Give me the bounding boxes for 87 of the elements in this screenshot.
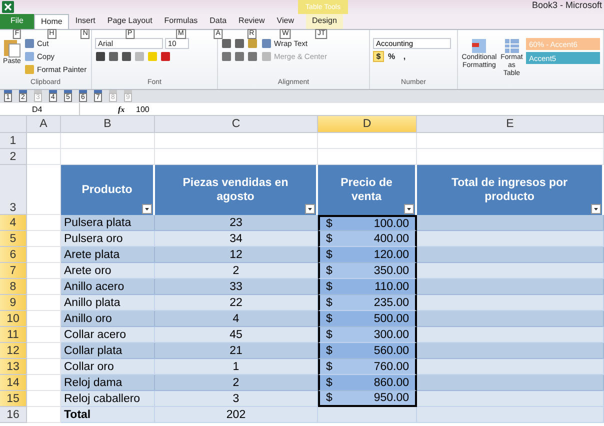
table-cell: 2 xyxy=(155,263,318,279)
table-header: Piezas vendidas en agosto xyxy=(155,165,318,215)
table-cell: Pulsera plata xyxy=(61,215,155,231)
table-cell: $ 400.00 xyxy=(318,231,417,247)
row-header[interactable]: 4 xyxy=(0,215,27,231)
currency-button[interactable]: $ xyxy=(373,51,384,62)
table-cell: 21 xyxy=(155,343,318,359)
table-cell: 23 xyxy=(155,215,318,231)
table-cell: 4 xyxy=(155,311,318,327)
filter-dropdown-icon[interactable] xyxy=(591,204,601,214)
ribbon-tab[interactable]: Review xyxy=(232,14,271,29)
row-header[interactable]: 14 xyxy=(0,375,27,391)
filter-dropdown-icon[interactable] xyxy=(142,204,152,214)
ribbon-tab[interactable]: Insert xyxy=(69,14,102,29)
table-cell: Arete oro xyxy=(61,263,155,279)
table-cell: 34 xyxy=(155,231,318,247)
table-cell: $ 350.00 xyxy=(318,263,417,279)
table-cell: Collar oro xyxy=(61,359,155,375)
table-cell: $ 560.00 xyxy=(318,343,417,359)
row-header[interactable]: 2 xyxy=(0,149,27,165)
table-cell: 22 xyxy=(155,295,318,311)
table-cell: Reloj dama xyxy=(61,375,155,391)
column-header[interactable]: C xyxy=(155,116,318,133)
table-cell: Anillo oro xyxy=(61,311,155,327)
function-label[interactable]: fx xyxy=(118,104,132,114)
filter-dropdown-icon[interactable] xyxy=(305,204,315,214)
column-header[interactable]: A xyxy=(27,116,61,133)
row-header[interactable]: 12 xyxy=(0,343,27,359)
grid-icon xyxy=(471,38,488,54)
name-box[interactable]: D4 xyxy=(0,103,80,115)
table-cell: 2 xyxy=(155,375,318,391)
table-cell: $ 100.00 xyxy=(318,215,417,231)
table-cell: Anillo plata xyxy=(61,295,155,311)
ribbon-tab[interactable]: Page Layout xyxy=(101,14,158,29)
table-cell: $ 950.00 xyxy=(318,391,417,407)
table-header: Total de ingresos por producto xyxy=(417,165,604,215)
row-header[interactable]: 8 xyxy=(0,279,27,295)
table-cell: 12 xyxy=(155,247,318,263)
column-header[interactable]: D xyxy=(318,116,417,133)
table-icon xyxy=(504,38,520,54)
percent-button[interactable]: % xyxy=(386,51,397,62)
table-cell: Collar plata xyxy=(61,343,155,359)
ribbon-tab[interactable]: View xyxy=(270,14,300,29)
formula-field[interactable]: 100 xyxy=(132,104,150,114)
table-cell: $ 500.00 xyxy=(318,311,417,327)
table-cell: 33 xyxy=(155,279,318,295)
row-header[interactable]: 10 xyxy=(0,311,27,327)
row-header[interactable]: 11 xyxy=(0,327,27,343)
column-header[interactable]: E xyxy=(417,116,604,133)
ribbon-tab[interactable]: Data xyxy=(204,14,233,29)
table-cell: $ 110.00 xyxy=(318,279,417,295)
table-cell: $ 235.00 xyxy=(318,295,417,311)
row-header[interactable]: 15 xyxy=(0,391,27,407)
row-header[interactable]: 7 xyxy=(0,263,27,279)
row-header[interactable]: 3 xyxy=(0,165,27,215)
table-cell: Total xyxy=(61,407,155,423)
ribbon-tab[interactable]: Formulas xyxy=(158,14,204,29)
table-cell: Anillo acero xyxy=(61,279,155,295)
table-cell: $ 300.00 xyxy=(318,327,417,343)
row-header[interactable]: 6 xyxy=(0,247,27,263)
row-header[interactable]: 13 xyxy=(0,359,27,375)
table-cell: $ 860.00 xyxy=(318,375,417,391)
excel-icon xyxy=(2,1,14,13)
table-cell: 1 xyxy=(155,359,318,375)
table-cell: Pulsera oro xyxy=(61,231,155,247)
ribbon-tab[interactable]: File xyxy=(0,14,34,29)
table-header: Producto xyxy=(61,165,155,215)
window-title: Book3 - Microsoft xyxy=(532,0,603,10)
table-cell: Arete plata xyxy=(61,247,155,263)
table-cell: Collar acero xyxy=(61,327,155,343)
row-header[interactable]: 16 xyxy=(0,407,27,423)
table-cell: $ 760.00 xyxy=(318,359,417,375)
clipboard-icon xyxy=(3,38,21,58)
table-header: Precio de venta xyxy=(318,165,417,215)
table-cell: 45 xyxy=(155,327,318,343)
ribbon-tab[interactable]: Home xyxy=(34,14,70,29)
table-cell: 3 xyxy=(155,391,318,407)
row-header[interactable]: 5 xyxy=(0,231,27,247)
ribbon-tab[interactable]: Design xyxy=(306,14,343,29)
table-cell: $ 120.00 xyxy=(318,247,417,263)
comma-button[interactable]: , xyxy=(399,51,410,62)
filter-dropdown-icon[interactable] xyxy=(404,204,414,214)
row-header[interactable]: 9 xyxy=(0,295,27,311)
table-cell: Reloj caballero xyxy=(61,391,155,407)
column-header[interactable]: B xyxy=(61,116,155,133)
row-header[interactable]: 1 xyxy=(0,133,27,149)
table-cell: 202 xyxy=(155,407,318,423)
